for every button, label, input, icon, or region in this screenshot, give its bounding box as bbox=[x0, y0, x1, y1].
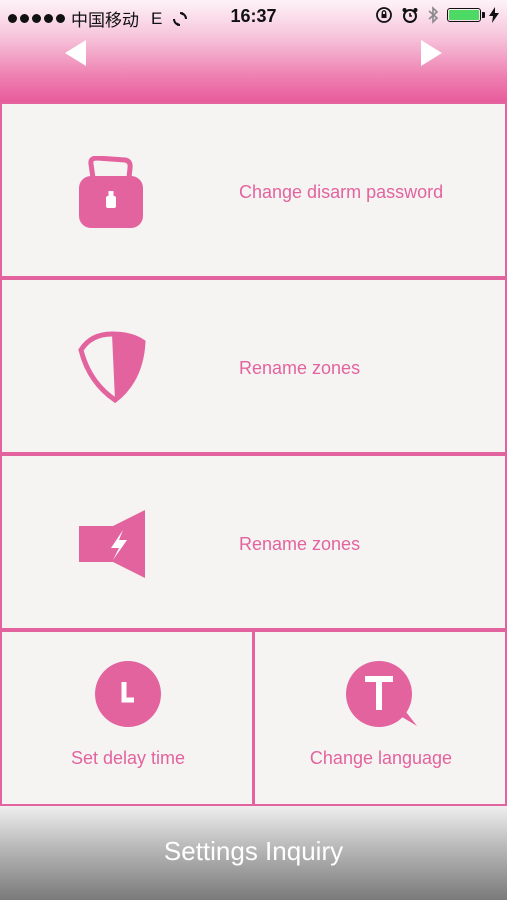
change-language-button[interactable]: Change language bbox=[253, 630, 507, 806]
status-bar: 中国移动 E 16:37 bbox=[0, 0, 507, 32]
battery-icon bbox=[447, 8, 485, 22]
rename-zones-label: Rename zones bbox=[239, 358, 361, 378]
set-delay-time-label: Set delay time bbox=[70, 748, 186, 768]
left-arrow-icon[interactable] bbox=[62, 38, 90, 68]
settings-inquiry-bar[interactable]: Settings Inquiry bbox=[0, 806, 507, 900]
siren-settings-label: Rename zones bbox=[239, 534, 361, 554]
bluetooth-icon bbox=[428, 6, 439, 24]
clock-icon bbox=[95, 661, 161, 727]
siren-icon bbox=[79, 510, 145, 578]
alarm-icon bbox=[402, 8, 418, 23]
change-password-label: Change disarm password bbox=[239, 182, 444, 202]
change-language-label: Change language bbox=[309, 748, 453, 768]
siren-settings-button[interactable]: Rename zones bbox=[0, 454, 507, 630]
top-header: 中国移动 E 16:37 bbox=[0, 0, 507, 102]
right-arrow-icon[interactable] bbox=[417, 38, 445, 68]
settings-inquiry-title: Settings Inquiry bbox=[163, 836, 344, 866]
rename-zones-button[interactable]: Rename zones bbox=[0, 278, 507, 454]
change-password-button[interactable]: Change disarm password bbox=[0, 102, 507, 278]
set-delay-time-button[interactable]: Set delay time bbox=[0, 630, 254, 806]
rotation-lock-icon bbox=[376, 7, 392, 23]
lock-icon bbox=[79, 156, 143, 228]
status-icons bbox=[375, 6, 499, 24]
charging-icon bbox=[489, 7, 499, 23]
shield-icon bbox=[78, 331, 146, 404]
language-t-icon bbox=[346, 661, 417, 727]
